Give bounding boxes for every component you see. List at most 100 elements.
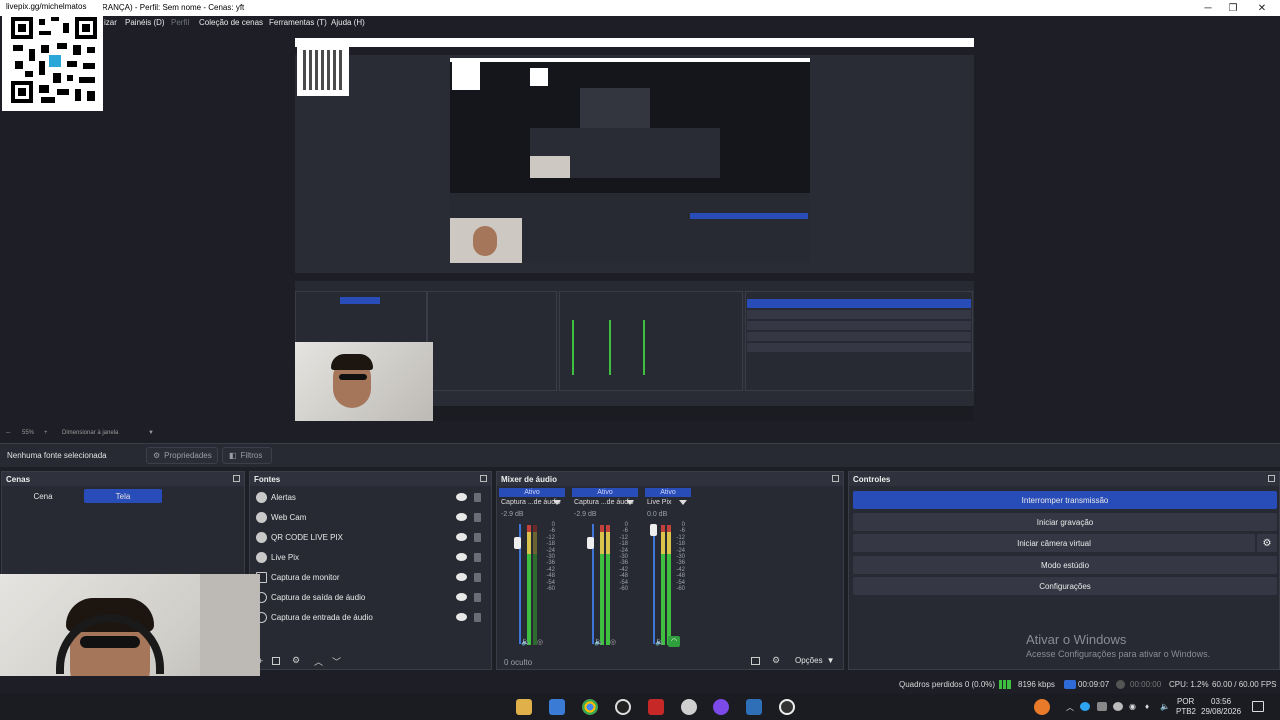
qr-code-overlay: livepix.gg/michelmatos: [2, 0, 103, 111]
scene-item-tela[interactable]: Tela: [84, 489, 162, 503]
speaker-icon[interactable]: 🔈: [521, 637, 531, 646]
menu-item-perfil[interactable]: Perfil: [171, 18, 189, 27]
volume-meter-right: [533, 525, 537, 645]
undock-icon[interactable]: [480, 475, 487, 482]
start-recording-button[interactable]: Iniciar gravação: [853, 513, 1277, 531]
app-purple-icon[interactable]: [713, 699, 729, 715]
source-item-captura-monitor[interactable]: Captura de monitor: [254, 568, 486, 588]
status-bar: Quadros perdidos 0 (0.0%) 8196 kbps 00:0…: [0, 676, 1280, 694]
filters-button[interactable]: ◧ Filtros: [222, 447, 272, 464]
menu-item-paineis[interactable]: Painéis (D): [125, 18, 165, 27]
source-item-captura-saida-audio[interactable]: Captura de saída de áudio: [254, 588, 486, 608]
trash-icon[interactable]: [272, 657, 280, 665]
zoom-in-icon[interactable]: +: [44, 430, 48, 436]
app-red-icon[interactable]: [648, 699, 664, 715]
studio-mode-button[interactable]: Modo estúdio: [853, 556, 1277, 574]
monitor-audio-icon[interactable]: ◎: [610, 638, 616, 646]
scene-item-cena[interactable]: Cena: [4, 489, 82, 503]
volume-slider-knob[interactable]: [587, 537, 594, 549]
close-button[interactable]: ✕: [1248, 0, 1276, 16]
eye-icon[interactable]: [456, 493, 467, 501]
source-item-alertas[interactable]: Alertas: [254, 488, 486, 508]
properties-button[interactable]: ⚙ Propriedades: [146, 447, 218, 464]
options-dropdown[interactable]: Opções ▼: [795, 656, 835, 665]
file-explorer-icon[interactable]: [516, 699, 532, 715]
volume-slider-track[interactable]: [653, 524, 655, 644]
clock-date[interactable]: 29/08/2026: [1201, 707, 1241, 716]
volume-slider-knob[interactable]: [650, 524, 657, 536]
menu-item-colecao-cenas[interactable]: Coleção de cenas: [199, 18, 263, 27]
virtual-camera-settings-gear-icon[interactable]: ⚙: [1257, 534, 1277, 552]
speaker-icon[interactable]: 🔈: [594, 637, 604, 646]
settings-icon[interactable]: ⚙: [772, 655, 780, 666]
app-blue-icon[interactable]: [746, 699, 762, 715]
chevron-down-icon[interactable]: [553, 500, 561, 505]
menu-bar: izar Painéis (D) Perfil Coleção de cenas…: [0, 16, 1280, 30]
eye-icon[interactable]: [456, 513, 467, 521]
chevron-down-icon[interactable]: [679, 500, 687, 505]
source-item-captura-entrada-audio[interactable]: Captura de entrada de áudio: [254, 608, 486, 628]
paint-icon[interactable]: [549, 699, 565, 715]
speaker-icon[interactable]: 🔈: [655, 637, 665, 646]
source-item-webcam[interactable]: Web Cam: [254, 508, 486, 528]
chevron-down-icon[interactable]: ▼: [148, 430, 154, 436]
chevron-down-icon[interactable]: [626, 500, 634, 505]
tray-app2-icon[interactable]: [1113, 702, 1123, 711]
mixer-channel-1: Ativo Captura ...de áudio -2.9 dB 0 -6 -12…: [499, 488, 565, 646]
source-label: Captura de entrada de áudio: [271, 613, 373, 622]
headphones-icon[interactable]: ◠: [668, 636, 680, 647]
settings-button[interactable]: Configurações: [853, 577, 1277, 595]
weather-icon[interactable]: [1034, 699, 1050, 715]
app-obs2-icon[interactable]: [779, 699, 795, 715]
layout-icon[interactable]: [751, 657, 760, 665]
onedrive-icon[interactable]: [1080, 702, 1090, 711]
volume-slider-knob[interactable]: [514, 537, 521, 549]
obs-tray-icon[interactable]: ◉: [1129, 702, 1136, 711]
lock-icon[interactable]: [474, 553, 481, 562]
notifications-icon[interactable]: [1252, 701, 1264, 712]
eye-icon[interactable]: [456, 593, 467, 601]
chevron-down-icon: ▼: [826, 656, 835, 665]
zoom-mode[interactable]: Dimensionar à janela: [62, 430, 118, 436]
zoom-out-icon[interactable]: ─: [6, 430, 10, 436]
lock-icon[interactable]: [474, 513, 481, 522]
menu-item-ajuda[interactable]: Ajuda (H): [331, 18, 365, 27]
lock-icon[interactable]: [474, 593, 481, 602]
tray-app-icon[interactable]: [1097, 702, 1107, 711]
tray-overflow-icon[interactable]: ︿: [1066, 702, 1074, 713]
language-indicator[interactable]: POR: [1177, 697, 1194, 706]
app-gray-icon[interactable]: [681, 699, 697, 715]
keyboard-layout[interactable]: PTB2: [1176, 707, 1196, 716]
undock-icon[interactable]: [1268, 475, 1275, 482]
chrome-icon[interactable]: [582, 699, 598, 715]
channel-status: Ativo: [572, 488, 638, 497]
gear-icon[interactable]: ⚙: [292, 655, 300, 666]
monitor-audio-icon[interactable]: ◎: [537, 638, 543, 646]
clock-time[interactable]: 03:56: [1211, 697, 1231, 706]
eye-icon[interactable]: [456, 573, 467, 581]
move-up-icon[interactable]: ︿: [314, 655, 323, 668]
lock-icon[interactable]: [474, 613, 481, 622]
eye-icon[interactable]: [456, 613, 467, 621]
undock-icon[interactable]: [832, 475, 839, 482]
lock-icon[interactable]: [474, 533, 481, 542]
mixer-header: Mixer de áudio: [497, 472, 843, 486]
undock-icon[interactable]: [233, 475, 240, 482]
volume-icon[interactable]: 🔈: [1160, 702, 1170, 711]
start-virtual-camera-button[interactable]: Iniciar câmera virtual: [853, 534, 1255, 552]
maximize-button[interactable]: ❐: [1219, 0, 1247, 16]
eye-icon[interactable]: [456, 533, 467, 541]
stop-streaming-button[interactable]: Interromper transmissão: [853, 491, 1277, 509]
menu-item-visualizar[interactable]: izar: [104, 18, 117, 27]
obs-icon[interactable]: [615, 699, 631, 715]
eye-icon[interactable]: [456, 553, 467, 561]
lock-icon[interactable]: [474, 573, 481, 582]
source-item-live-pix[interactable]: Live Pix: [254, 548, 486, 568]
minimize-button[interactable]: ─: [1194, 0, 1222, 16]
move-down-icon[interactable]: ﹀: [332, 655, 341, 668]
microphone-tray-icon[interactable]: ♦: [1145, 702, 1149, 711]
preview-canvas[interactable]: [295, 38, 974, 421]
source-item-qr-code[interactable]: QR CODE LIVE PIX: [254, 528, 486, 548]
menu-item-ferramentas[interactable]: Ferramentas (T): [269, 18, 327, 27]
lock-icon[interactable]: [474, 493, 481, 502]
